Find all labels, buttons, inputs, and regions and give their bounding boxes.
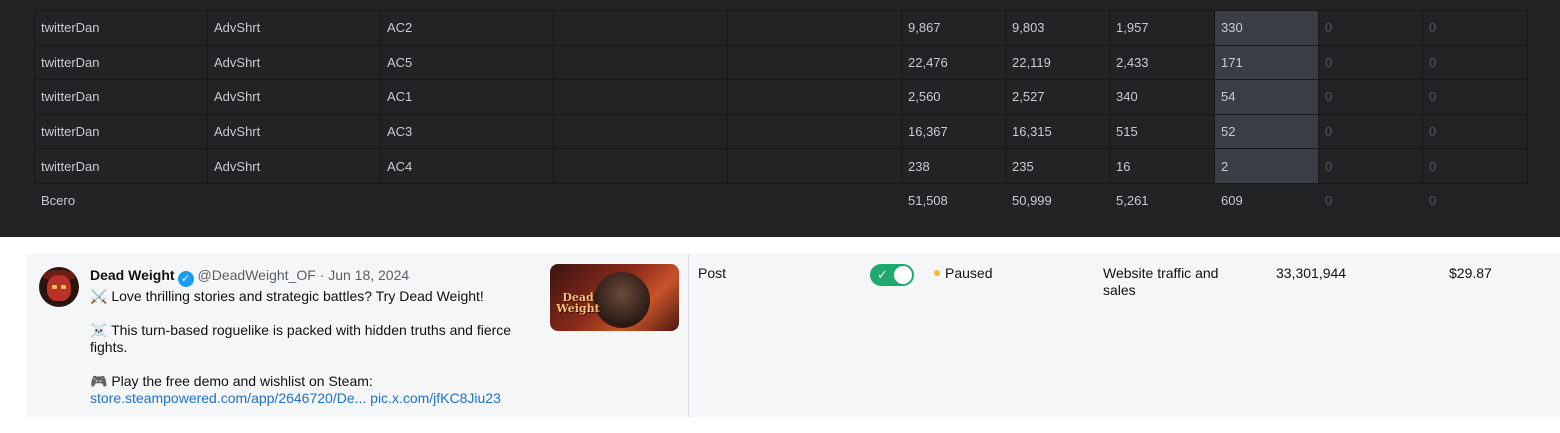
status-badge: Paused — [934, 265, 992, 282]
table-cell-user: twitterDan — [34, 44, 208, 81]
thumbnail-logo: Dead Weight — [556, 291, 600, 315]
table-cell-user: twitterDan — [34, 79, 208, 115]
table-cell-c4 — [553, 113, 728, 150]
table-cell-v3: 340 — [1109, 79, 1215, 115]
table-cell-ad: AC2 — [380, 10, 554, 46]
table-cell-user: twitterDan — [34, 148, 208, 184]
table-cell-v2: 2,527 — [1005, 79, 1110, 115]
table-cell-c5 — [727, 44, 902, 81]
table-cell-c5 — [727, 148, 902, 184]
status-dot-icon — [934, 270, 940, 276]
stats-table: twitterDan AdvShrt AC2 9,867 9,803 1,957 330 0 0… — [34, 10, 1528, 219]
verified-badge-icon: ✓ — [177, 271, 194, 287]
tweet-link[interactable]: store.steampowered.com/app/2646720/De...… — [90, 390, 540, 407]
table-cell-v3: 2,433 — [1109, 44, 1215, 81]
table-cell-campaign: AdvShrt — [207, 44, 381, 81]
table-cell-v4: 330 — [1214, 10, 1319, 46]
table-cell-v5: 0 — [1318, 10, 1423, 46]
table-cell-v5: 0 — [1318, 44, 1423, 81]
table-cell-campaign: AdvShrt — [207, 113, 381, 150]
table-cell-user: twitterDan — [34, 113, 208, 150]
table-cell-v3: 1,957 — [1109, 10, 1215, 46]
table-cell-ad: AC5 — [380, 44, 554, 81]
table-cell-v1: 9,867 — [901, 10, 1006, 46]
table-cell-campaign: AdvShrt — [207, 79, 381, 115]
ad-type: Post — [698, 265, 727, 281]
tweet-line-3: 🎮 Play the free demo and wishlist on Ste… — [90, 373, 540, 407]
handle-date: @DeadWeight_OF · Jun 18, 2024 — [197, 267, 410, 283]
total-cell-v5: 0 — [1318, 182, 1423, 219]
table-cell-v4: 2 — [1214, 148, 1319, 184]
total-label: Всего — [34, 182, 902, 219]
active-toggle[interactable]: ✓ — [870, 264, 914, 286]
table-cell-c4 — [553, 79, 728, 115]
table-cell-v1: 22,476 — [901, 44, 1006, 81]
table-cell-v4: 54 — [1214, 79, 1319, 115]
table-cell-campaign: AdvShrt — [207, 10, 381, 46]
avatar[interactable] — [39, 267, 79, 307]
table-cell-c4 — [553, 10, 728, 46]
total-cell-v3: 5,261 — [1109, 182, 1215, 219]
table-cell-campaign: AdvShrt — [207, 148, 381, 184]
table-cell-v6: 0 — [1422, 113, 1528, 150]
table-cell-v6: 0 — [1422, 79, 1528, 115]
table-cell-v5: 0 — [1318, 113, 1423, 150]
table-cell-v6: 0 — [1422, 10, 1528, 46]
table-cell-c5 — [727, 79, 902, 115]
table-cell-v1: 238 — [901, 148, 1006, 184]
table-cell-v2: 9,803 — [1005, 10, 1110, 46]
total-cell-v1: 51,508 — [901, 182, 1006, 219]
check-icon: ✓ — [877, 267, 888, 282]
table-row[interactable]: twitterDan AdvShrt AC2 9,867 9,803 1,957 330 0 0 — [34, 10, 1528, 46]
impressions: 33,301,944 — [1276, 265, 1347, 281]
tweet-media-thumbnail[interactable]: Dead Weight — [550, 264, 679, 331]
table-cell-v2: 22,119 — [1005, 44, 1110, 81]
table-cell-v1: 2,560 — [901, 79, 1006, 115]
table-cell-v5: 0 — [1318, 79, 1423, 115]
tweet-line-2: ☠️ This turn-based roguelike is packed w… — [90, 322, 512, 355]
total-cell-v6: 0 — [1422, 182, 1528, 219]
toggle-knob — [894, 266, 912, 284]
tweet-line-3-text: 🎮 Play the free demo and wishlist on Ste… — [90, 373, 373, 389]
table-row[interactable]: twitterDan AdvShrt AC3 16,367 16,315 515 52 0 0 — [34, 113, 1528, 150]
tweet-header: Dead Weight ✓ @DeadWeight_OF · Jun 18, 202… — [90, 267, 409, 287]
table-cell-ad: AC3 — [380, 113, 554, 150]
table-cell-v1: 16,367 — [901, 113, 1006, 150]
table-total-row: Всего 51,508 50,999 5,261 609 0 0 — [34, 182, 1528, 219]
objective: Website traffic and sales — [1103, 265, 1219, 298]
table-row[interactable]: twitterDan AdvShrt AC5 22,476 22,119 2,433 171… — [34, 44, 1528, 81]
tweet-preview[interactable]: Dead Weight ✓ @DeadWeight_OF · Jun 18, 202… — [26, 254, 689, 417]
table-cell-c4 — [553, 148, 728, 184]
total-cell-v4: 609 — [1214, 182, 1319, 219]
tweet-line-1: ⚔️ Love thrilling stories and strategic … — [90, 288, 484, 304]
spend: $29.87 — [1449, 265, 1492, 281]
table-cell-v3: 16 — [1109, 148, 1215, 184]
table-cell-v2: 235 — [1005, 148, 1110, 184]
table-cell-v6: 0 — [1422, 148, 1528, 184]
table-cell-v4: 52 — [1214, 113, 1319, 150]
stats-table-panel: twitterDan AdvShrt AC2 9,867 9,803 1,957 330 0 0… — [0, 0, 1560, 237]
table-cell-user: twitterDan — [34, 10, 208, 46]
total-cell-v2: 50,999 — [1005, 182, 1110, 219]
table-cell-ad: AC1 — [380, 79, 554, 115]
table-row[interactable]: twitterDan AdvShrt AC4 238 235 16 2 0 0 — [34, 148, 1528, 184]
table-cell-c4 — [553, 44, 728, 81]
table-cell-c5 — [727, 10, 902, 46]
status-label: Paused — [945, 265, 993, 281]
table-cell-v5: 0 — [1318, 148, 1423, 184]
table-cell-v6: 0 — [1422, 44, 1528, 81]
table-cell-ad: AC4 — [380, 148, 554, 184]
table-row[interactable]: twitterDan AdvShrt AC1 2,560 2,527 340 54 0 0 — [34, 79, 1528, 115]
table-cell-v4: 171 — [1214, 44, 1319, 81]
ad-row[interactable]: Dead Weight ✓ @DeadWeight_OF · Jun 18, 202… — [26, 254, 1560, 417]
table-cell-c5 — [727, 113, 902, 150]
table-cell-v2: 16,315 — [1005, 113, 1110, 150]
tweet-text: ⚔️ Love thrilling stories and strategic … — [90, 288, 540, 407]
account-name[interactable]: Dead Weight — [90, 267, 175, 283]
table-cell-v3: 515 — [1109, 113, 1215, 150]
